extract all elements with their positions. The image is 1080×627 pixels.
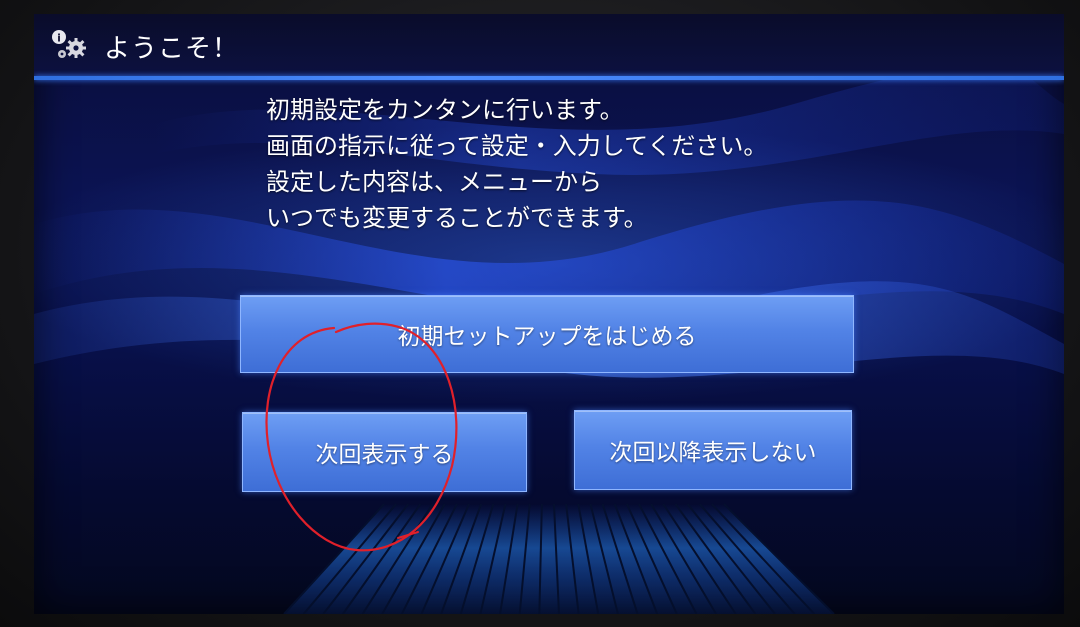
gears-info-icon: i xyxy=(52,30,86,58)
svg-text:i: i xyxy=(57,32,61,45)
message-line: 設定した内容は、メニューから xyxy=(266,168,602,196)
message-line: いつでも変更することができます。 xyxy=(266,204,648,232)
start-setup-button[interactable]: 初期セットアップをはじめる xyxy=(240,295,854,373)
message-line: 初期設定をカンタンに行います。 xyxy=(266,96,624,124)
navigation-screen: i ようこそ！ 初期設定をカンタンに行います。 画面の指示に従って設定・入力して… xyxy=(34,14,1064,614)
welcome-message: 初期設定をカンタンに行います。 画面の指示に従って設定・入力してください。 設定… xyxy=(266,92,966,236)
page-title: ようこそ！ xyxy=(104,34,240,64)
title-bar: i ようこそ！ xyxy=(34,14,1064,76)
device-bezel: i ようこそ！ 初期設定をカンタンに行います。 画面の指示に従って設定・入力して… xyxy=(0,0,1080,627)
do-not-show-again-button[interactable]: 次回以降表示しない xyxy=(574,410,852,490)
title-divider xyxy=(34,76,1064,80)
show-next-time-button[interactable]: 次回表示する xyxy=(242,412,527,492)
message-line: 画面の指示に従って設定・入力してください。 xyxy=(266,132,768,160)
